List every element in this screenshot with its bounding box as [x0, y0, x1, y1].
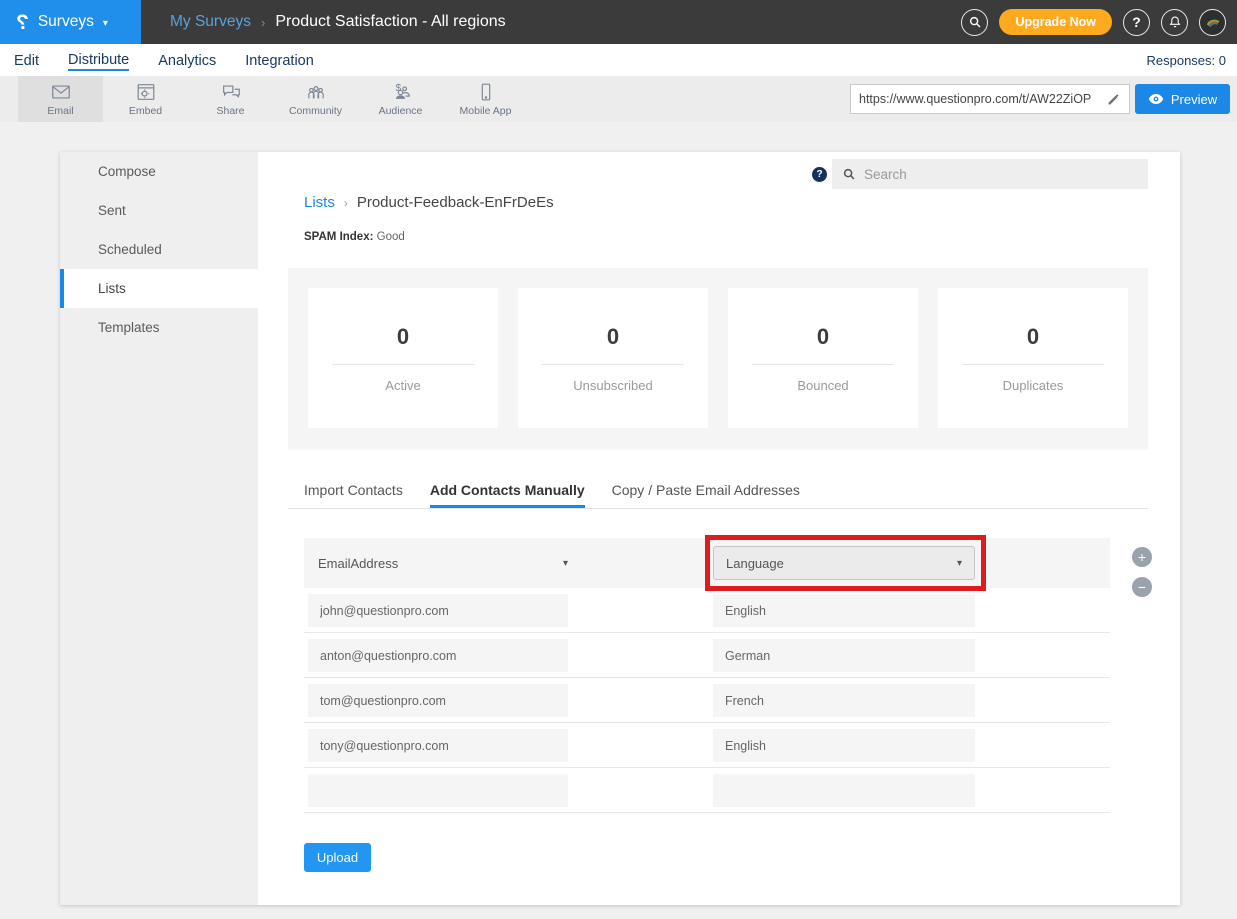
contact-row [304, 768, 1110, 813]
breadcrumb-separator-icon: › [344, 196, 348, 210]
list-name: Product-Feedback-EnFrDeEs [357, 194, 554, 211]
upgrade-now-button[interactable]: Upgrade Now [999, 9, 1112, 35]
responses-count[interactable]: Responses: 0 [1147, 44, 1227, 76]
stat-card-unsubscribed: 0 Unsubscribed [518, 288, 708, 428]
questionpro-logo-icon: ? [16, 12, 29, 33]
search-button[interactable] [961, 9, 988, 36]
email-icon [49, 81, 73, 103]
toolbar-item-audience[interactable]: $ Audience [358, 76, 443, 122]
language-field[interactable] [713, 684, 975, 717]
email-field[interactable] [308, 774, 568, 807]
sidebar-item-templates[interactable]: Templates [60, 308, 258, 347]
list-stats: 0 Active 0 Unsubscribed 0 Bounced 0 Dupl… [288, 268, 1148, 450]
divider [332, 364, 474, 365]
stat-card-bounced: 0 Bounced [728, 288, 918, 428]
stat-card-active: 0 Active [308, 288, 498, 428]
chevron-down-icon: ▾ [957, 558, 962, 569]
email-lists-panel: Compose Sent Scheduled Lists Templates ?… [60, 152, 1180, 905]
avatar[interactable] [1199, 9, 1226, 36]
toolbar-item-share[interactable]: Share [188, 76, 273, 122]
language-field[interactable] [713, 774, 975, 807]
mobile-app-icon [474, 81, 498, 103]
distribute-toolbar: Email Embed Share Community $ Audience M… [0, 76, 1237, 122]
nav-item-analytics[interactable]: Analytics [158, 51, 216, 70]
sidebar-item-compose[interactable]: Compose [60, 152, 258, 191]
page-title: Product Satisfaction - All regions [275, 13, 505, 31]
avatar-rainbow-icon [1204, 13, 1222, 31]
breadcrumb-my-surveys[interactable]: My Surveys [170, 13, 251, 31]
remove-row-button[interactable]: − [1132, 577, 1152, 597]
survey-url-input[interactable] [859, 92, 1102, 106]
product-switcher[interactable]: ? Surveys ▾ [0, 0, 141, 44]
help-icon: ? [1132, 14, 1141, 30]
language-field[interactable] [713, 639, 975, 672]
survey-nav: Edit Distribute Analytics Integration Re… [0, 44, 1237, 76]
breadcrumb-separator-icon: › [261, 15, 265, 30]
tab-copy-paste-email-addresses[interactable]: Copy / Paste Email Addresses [612, 476, 800, 508]
contacts-table-header: EmailAddress ▾ Language ▾ [304, 538, 1110, 588]
nav-item-edit[interactable]: Edit [14, 51, 39, 70]
contacts-tabs: Import Contacts Add Contacts Manually Co… [288, 476, 1148, 509]
list-breadcrumb: Lists › Product-Feedback-EnFrDeEs [304, 194, 554, 211]
preview-button[interactable]: Preview [1135, 84, 1230, 114]
edit-pencil-icon[interactable] [1106, 92, 1121, 107]
top-bar: ? Surveys ▾ My Surveys › Product Satisfa… [0, 0, 1237, 44]
add-row-button[interactable]: + [1132, 547, 1152, 567]
search-icon [968, 15, 982, 29]
toolbar-item-email[interactable]: Email [18, 76, 103, 122]
email-field[interactable] [308, 729, 568, 762]
spam-index: SPAM Index: Good [304, 231, 405, 243]
tab-import-contacts[interactable]: Import Contacts [304, 476, 403, 508]
sidebar-item-lists[interactable]: Lists [60, 269, 258, 308]
contacts-table: EmailAddress ▾ Language ▾ [304, 538, 1110, 813]
toolbar-item-embed[interactable]: Embed [103, 76, 188, 122]
email-field[interactable] [308, 594, 568, 627]
embed-icon [134, 81, 158, 103]
upload-button[interactable]: Upload [304, 843, 371, 872]
sidebar-item-scheduled[interactable]: Scheduled [60, 230, 258, 269]
toolbar-item-mobile-app[interactable]: Mobile App [443, 76, 528, 122]
eye-icon [1148, 93, 1164, 105]
product-name: Surveys [38, 13, 94, 31]
contact-row [304, 588, 1110, 633]
contact-row [304, 678, 1110, 723]
tab-add-contacts-manually[interactable]: Add Contacts Manually [430, 476, 585, 508]
bell-icon [1168, 15, 1182, 29]
chevron-down-icon: ▾ [103, 18, 108, 29]
chevron-down-icon: ▾ [563, 558, 568, 569]
breadcrumb-lists-link[interactable]: Lists [304, 194, 335, 211]
sidebar-item-sent[interactable]: Sent [60, 191, 258, 230]
divider [752, 364, 894, 365]
contact-row [304, 723, 1110, 768]
share-icon [219, 81, 243, 103]
divider [962, 364, 1104, 365]
lists-content: ? Lists › Product-Feedback-EnFrDeEs SPAM… [258, 152, 1180, 905]
list-search-input[interactable] [864, 167, 1138, 182]
toolbar-item-community[interactable]: Community [273, 76, 358, 122]
divider [542, 364, 684, 365]
email-field[interactable] [308, 684, 568, 717]
stat-card-duplicates: 0 Duplicates [938, 288, 1128, 428]
nav-item-distribute[interactable]: Distribute [68, 50, 129, 71]
email-column-select[interactable]: EmailAddress ▾ [318, 551, 568, 575]
contact-row [304, 633, 1110, 678]
list-help-icon[interactable]: ? [812, 167, 827, 182]
notifications-button[interactable] [1161, 9, 1188, 36]
nav-item-integration[interactable]: Integration [245, 51, 314, 70]
language-column-select[interactable]: Language ▾ [713, 546, 975, 580]
breadcrumb: My Surveys › Product Satisfaction - All … [170, 0, 506, 44]
help-button[interactable]: ? [1123, 9, 1150, 36]
list-search-box [832, 159, 1148, 189]
email-sidebar: Compose Sent Scheduled Lists Templates [60, 152, 258, 905]
survey-url-group [850, 84, 1130, 114]
topbar-actions: Upgrade Now ? [961, 0, 1226, 44]
audience-icon: $ [389, 81, 413, 103]
community-icon [304, 81, 328, 103]
search-icon [842, 167, 856, 181]
email-field[interactable] [308, 639, 568, 672]
language-field[interactable] [713, 729, 975, 762]
language-field[interactable] [713, 594, 975, 627]
